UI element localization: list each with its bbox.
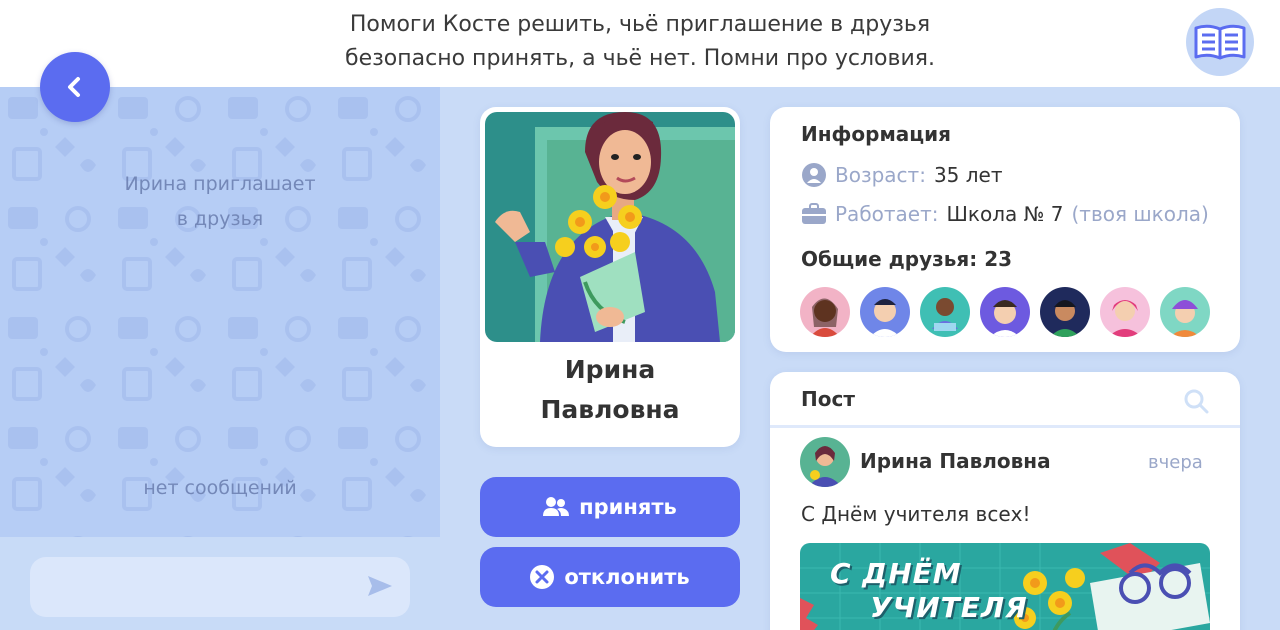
close-circle-icon	[530, 565, 555, 589]
work-label: Работает:	[835, 202, 939, 226]
friend-avatar[interactable]	[980, 287, 1030, 337]
accept-button[interactable]: принять	[480, 477, 740, 537]
age-value: 35 лет	[933, 163, 1003, 187]
invite-line-1: Ирина приглашает	[124, 173, 316, 195]
decline-button[interactable]: отклонить	[480, 547, 740, 607]
back-button[interactable]	[40, 52, 110, 122]
accept-label: принять	[579, 495, 677, 519]
profile-photo	[485, 112, 735, 342]
message-input[interactable]	[30, 557, 410, 617]
briefcase-icon	[802, 203, 826, 224]
profile-card: Ирина Павловна	[480, 107, 740, 447]
chat-panel: Ирина приглашает в друзья нет сообщений	[0, 87, 440, 537]
user-icon	[802, 163, 826, 187]
friend-avatar[interactable]	[920, 287, 970, 337]
age-label: Возраст:	[835, 163, 926, 187]
post-image-line-1: С ДНЁМ	[830, 557, 962, 590]
friend-avatar[interactable]	[1160, 287, 1210, 337]
post-text: С Днём учителя всех!	[801, 502, 1031, 526]
post-time: вчера	[1148, 452, 1203, 473]
friend-avatar[interactable]	[1040, 287, 1090, 337]
profile-name: Ирина Павловна	[480, 350, 740, 430]
header: Помоги Косте решить, чьё приглашение в д…	[0, 0, 1280, 87]
friend-avatar[interactable]	[1100, 287, 1150, 337]
profile-first-name: Ирина	[564, 355, 656, 384]
post-author[interactable]: Ирина Павловна	[860, 449, 1051, 473]
work-value: Школа № 7	[946, 202, 1064, 226]
info-card: Информация Возраст: 35 лет Работает: Шко…	[770, 107, 1240, 352]
task-line-2: безопасно принять, а чьё нет. Помни про …	[345, 46, 935, 71]
chat-footer	[0, 537, 440, 630]
send-icon[interactable]	[366, 574, 394, 598]
work-row: Работает: Школа № 7 (твоя школа)	[801, 202, 1209, 226]
task-text: Помоги Косте решить, чьё приглашение в д…	[240, 8, 1040, 76]
post-image-line-2: УЧИТЕЛЯ	[870, 591, 1028, 624]
chevron-left-icon	[68, 77, 80, 97]
post-title: Пост	[801, 387, 855, 411]
age-row: Возраст: 35 лет	[801, 162, 1002, 188]
profile-last-name: Павловна	[540, 395, 680, 424]
invite-line-2: в друзья	[176, 208, 264, 230]
mutual-friends-list	[800, 287, 1210, 337]
rules-book-button[interactable]	[1186, 8, 1254, 76]
empty-chat-label: нет сообщений	[143, 477, 297, 499]
task-line-1: Помоги Косте решить, чьё приглашение в д…	[349, 12, 931, 37]
mutual-friends-title: Общие друзья: 23	[801, 247, 1013, 271]
info-title: Информация	[801, 122, 951, 146]
post-image[interactable]: С ДНЁМ УЧИТЕЛЯ	[800, 543, 1210, 630]
chat-background-pattern	[0, 87, 440, 537]
friend-avatar[interactable]	[800, 287, 850, 337]
post-divider	[770, 425, 1240, 428]
decline-label: отклонить	[564, 565, 690, 589]
post-card: Пост Ирина Павловна вчера С Днём учителя…	[770, 372, 1240, 630]
search-icon[interactable]	[1183, 388, 1209, 414]
friend-avatar[interactable]	[860, 287, 910, 337]
work-note: (твоя школа)	[1071, 202, 1209, 226]
book-icon	[1194, 24, 1246, 60]
post-author-avatar[interactable]	[800, 437, 850, 487]
users-icon	[543, 497, 570, 516]
invite-message: Ирина приглашает в друзья	[70, 167, 370, 237]
